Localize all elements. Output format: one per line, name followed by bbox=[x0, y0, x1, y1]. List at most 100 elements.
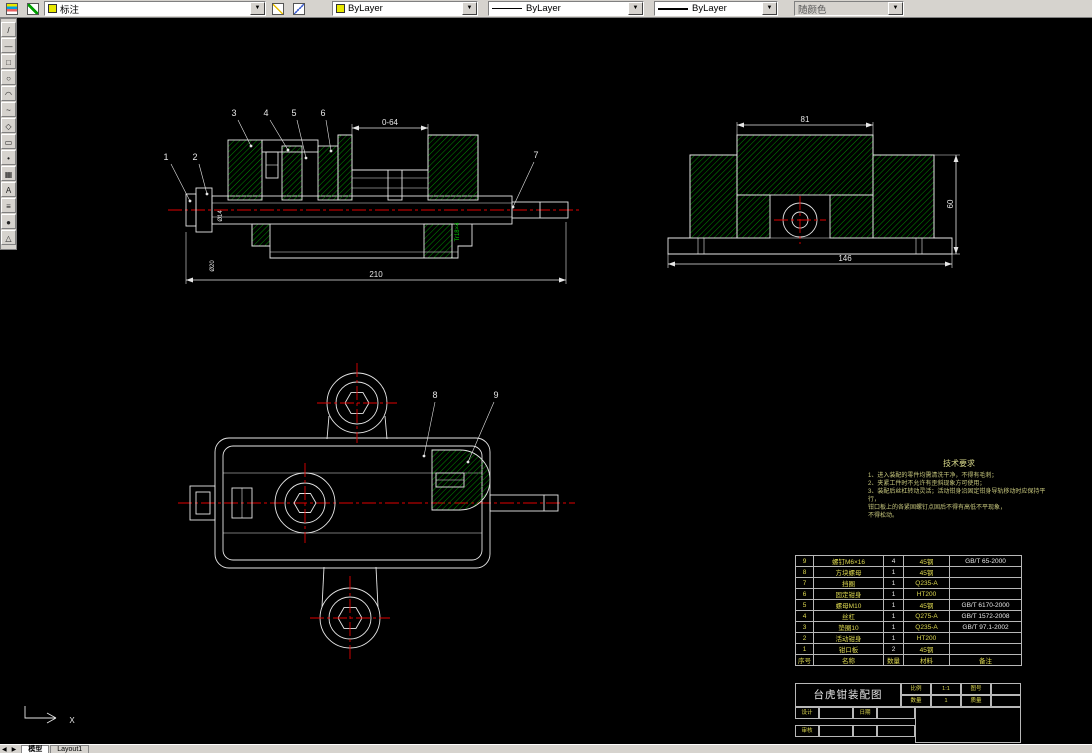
lineweight-combo-value: ByLayer bbox=[692, 3, 727, 14]
tech-requirement-line: 1、进入装配的零件均需清洗干净，不得有毛刺； bbox=[868, 473, 998, 479]
plot-style-combo-value: 随颜色 bbox=[798, 4, 827, 16]
callout-6[interactable]: 6 bbox=[320, 108, 325, 118]
callout-1[interactable]: 1 bbox=[163, 152, 168, 162]
header-material: 材料 bbox=[903, 654, 950, 666]
parts-table-row[interactable]: 3 垫圈10 1 Q235-A GB/T 97.1-2002 bbox=[795, 621, 1022, 633]
linetype-combo-value: ByLayer bbox=[526, 3, 561, 14]
drawing-canvas[interactable]: Tr18×4 Ø14 Ø20 0-64 210 1 2 3 4 5 6 7 81… bbox=[0, 18, 1092, 744]
part-name: 螺母M10 bbox=[813, 599, 884, 611]
layers-icon[interactable] bbox=[2, 1, 21, 17]
tab-layout1[interactable]: Layout1 bbox=[50, 744, 90, 753]
dia-label-1[interactable]: Ø14 bbox=[218, 210, 224, 222]
plot-style-dropdown-arrow: ▼ bbox=[888, 2, 903, 15]
make-object-layer-current-icon[interactable] bbox=[268, 1, 287, 17]
draw-tool-icon[interactable]: • bbox=[1, 150, 16, 165]
tab-model[interactable]: 模型 bbox=[21, 744, 50, 753]
qty-label: 数量 bbox=[901, 695, 931, 707]
part-material: Q235-A bbox=[903, 577, 950, 589]
parts-table-row[interactable]: 6 固定钳身 1 HT200 bbox=[795, 588, 1022, 600]
part-no: 5 bbox=[795, 599, 814, 611]
draw-tool-icon[interactable]: ≡ bbox=[1, 198, 16, 213]
drawing-no-label: 图号 bbox=[961, 683, 991, 695]
dim-side-top-width[interactable]: 81 bbox=[801, 115, 810, 124]
callout-2[interactable]: 2 bbox=[192, 152, 197, 162]
weight-label: 质量 bbox=[961, 695, 991, 707]
layer-combo[interactable]: 标注 ▼ bbox=[44, 1, 266, 16]
part-no: 1 bbox=[795, 643, 814, 655]
part-no: 9 bbox=[795, 555, 814, 567]
draw-tool-icon[interactable]: ● bbox=[1, 214, 16, 229]
color-combo-dropdown-arrow[interactable]: ▼ bbox=[462, 2, 477, 15]
draw-tool-icon[interactable]: ◇ bbox=[1, 118, 16, 133]
layer-combo-dropdown-arrow[interactable]: ▼ bbox=[250, 2, 265, 15]
callout-9[interactable]: 9 bbox=[493, 390, 498, 400]
parts-table-row[interactable]: 1 钳口板 2 45钢 bbox=[795, 643, 1022, 655]
dim-side-height[interactable]: 60 bbox=[946, 199, 955, 208]
part-qty: 1 bbox=[883, 621, 904, 633]
ucs-icon: X bbox=[24, 706, 75, 725]
draw-tool-icon[interactable]: △ bbox=[1, 230, 16, 245]
parts-table-row[interactable]: 7 挡圈 1 Q235-A bbox=[795, 577, 1022, 589]
parts-table-row[interactable]: 5 螺母M10 1 45钢 GB/T 6170-2000 bbox=[795, 599, 1022, 611]
part-note: GB/T 6170-2000 bbox=[949, 599, 1022, 611]
part-note bbox=[949, 632, 1022, 644]
dim-jaw-opening[interactable]: 0-64 bbox=[382, 118, 399, 127]
callout-4[interactable]: 4 bbox=[263, 108, 268, 118]
front-section-view[interactable]: Tr18×4 Ø14 Ø20 0-64 210 1 2 3 4 5 6 7 bbox=[163, 108, 582, 284]
thread-spec-label[interactable]: Tr18×4 bbox=[455, 222, 461, 242]
part-qty: 1 bbox=[883, 610, 904, 622]
draw-tool-icon[interactable]: ○ bbox=[1, 70, 16, 85]
part-note bbox=[949, 588, 1022, 600]
tech-requirement-line: 3、装配后丝杠转动灵活；活动钳身沿固定钳身导轨移动时应保持平行， bbox=[868, 489, 1046, 503]
parts-list-table[interactable]: 9 螺钉M6×16 4 45钢 GB/T 65-2000 8 方块螺母 1 45… bbox=[795, 555, 1022, 666]
dim-front-overall[interactable]: 210 bbox=[369, 270, 383, 279]
layer-states-icon[interactable] bbox=[23, 1, 42, 17]
tab-next-icon[interactable]: ▶ bbox=[12, 746, 18, 753]
draw-tool-icon[interactable]: / bbox=[1, 22, 16, 37]
callout-8[interactable]: 8 bbox=[432, 390, 437, 400]
layer-previous-icon[interactable] bbox=[289, 1, 308, 17]
scale-label: 比例 bbox=[901, 683, 931, 695]
callout-7[interactable]: 7 bbox=[533, 150, 538, 160]
part-material: 45钢 bbox=[903, 643, 950, 655]
tab-prev-icon[interactable]: ◀ bbox=[2, 746, 8, 753]
title-block[interactable]: 台虎钳装配图 比例 1:1 图号 数量 1 质量 设计 日期 审核 bbox=[795, 683, 1021, 743]
callout-3[interactable]: 3 bbox=[231, 108, 236, 118]
layer-states-icon-glyph bbox=[26, 2, 39, 15]
linetype-combo[interactable]: ByLayer ▼ bbox=[488, 1, 644, 16]
part-material: Q235-A bbox=[903, 621, 950, 633]
drawing-no-value bbox=[991, 683, 1021, 695]
callout-5[interactable]: 5 bbox=[291, 108, 296, 118]
plan-view[interactable]: 8 9 bbox=[178, 363, 575, 660]
technical-requirements[interactable]: 技术要求 1、进入装配的零件均需清洗干净，不得有毛刺； 2、夹紧工件时不允许有歪斜… bbox=[868, 458, 1050, 520]
draw-tool-icon[interactable]: ▦ bbox=[1, 166, 16, 181]
part-material: HT200 bbox=[903, 632, 950, 644]
part-no: 2 bbox=[795, 632, 814, 644]
parts-table-row[interactable]: 9 螺钉M6×16 4 45钢 GB/T 65-2000 bbox=[795, 555, 1022, 567]
object-properties-toolbar: 标注 ▼ ByLayer ▼ ByLayer ▼ ByLayer ▼ 随颜色 ▼ bbox=[0, 0, 1092, 18]
lineweight-combo[interactable]: ByLayer ▼ bbox=[654, 1, 778, 16]
color-combo[interactable]: ByLayer ▼ bbox=[332, 1, 478, 16]
header-qty: 数量 bbox=[883, 654, 904, 666]
dim-side-overall-width[interactable]: 146 bbox=[838, 254, 852, 263]
draw-tool-icon[interactable]: ~ bbox=[1, 102, 16, 117]
lineweight-combo-dropdown-arrow[interactable]: ▼ bbox=[762, 2, 777, 15]
part-name: 活动钳身 bbox=[813, 632, 884, 644]
layout-tab-bar: ◀ ▶ 模型 Layout1 bbox=[0, 744, 1092, 753]
layers-icon-glyph bbox=[5, 2, 18, 15]
part-name: 钳口板 bbox=[813, 643, 884, 655]
parts-table-row[interactable]: 2 活动钳身 1 HT200 bbox=[795, 632, 1022, 644]
draw-tool-icon[interactable]: A bbox=[1, 182, 16, 197]
draw-tool-icon[interactable]: □ bbox=[1, 54, 16, 69]
draw-tool-icon[interactable]: ◠ bbox=[1, 86, 16, 101]
draw-tool-icon[interactable]: — bbox=[1, 38, 16, 53]
draw-tool-icon[interactable]: ▭ bbox=[1, 134, 16, 149]
part-name: 挡圈 bbox=[813, 577, 884, 589]
parts-table-row[interactable]: 4 丝杠 1 Q275-A GB/T 1572-2008 bbox=[795, 610, 1022, 622]
linetype-combo-dropdown-arrow[interactable]: ▼ bbox=[628, 2, 643, 15]
part-note: GB/T 97.1-2002 bbox=[949, 621, 1022, 633]
blank-cell bbox=[853, 725, 877, 737]
dia-label-2[interactable]: Ø20 bbox=[210, 260, 216, 272]
parts-table-row[interactable]: 8 方块螺母 1 45钢 bbox=[795, 566, 1022, 578]
side-view[interactable]: 81 146 60 bbox=[667, 115, 960, 268]
